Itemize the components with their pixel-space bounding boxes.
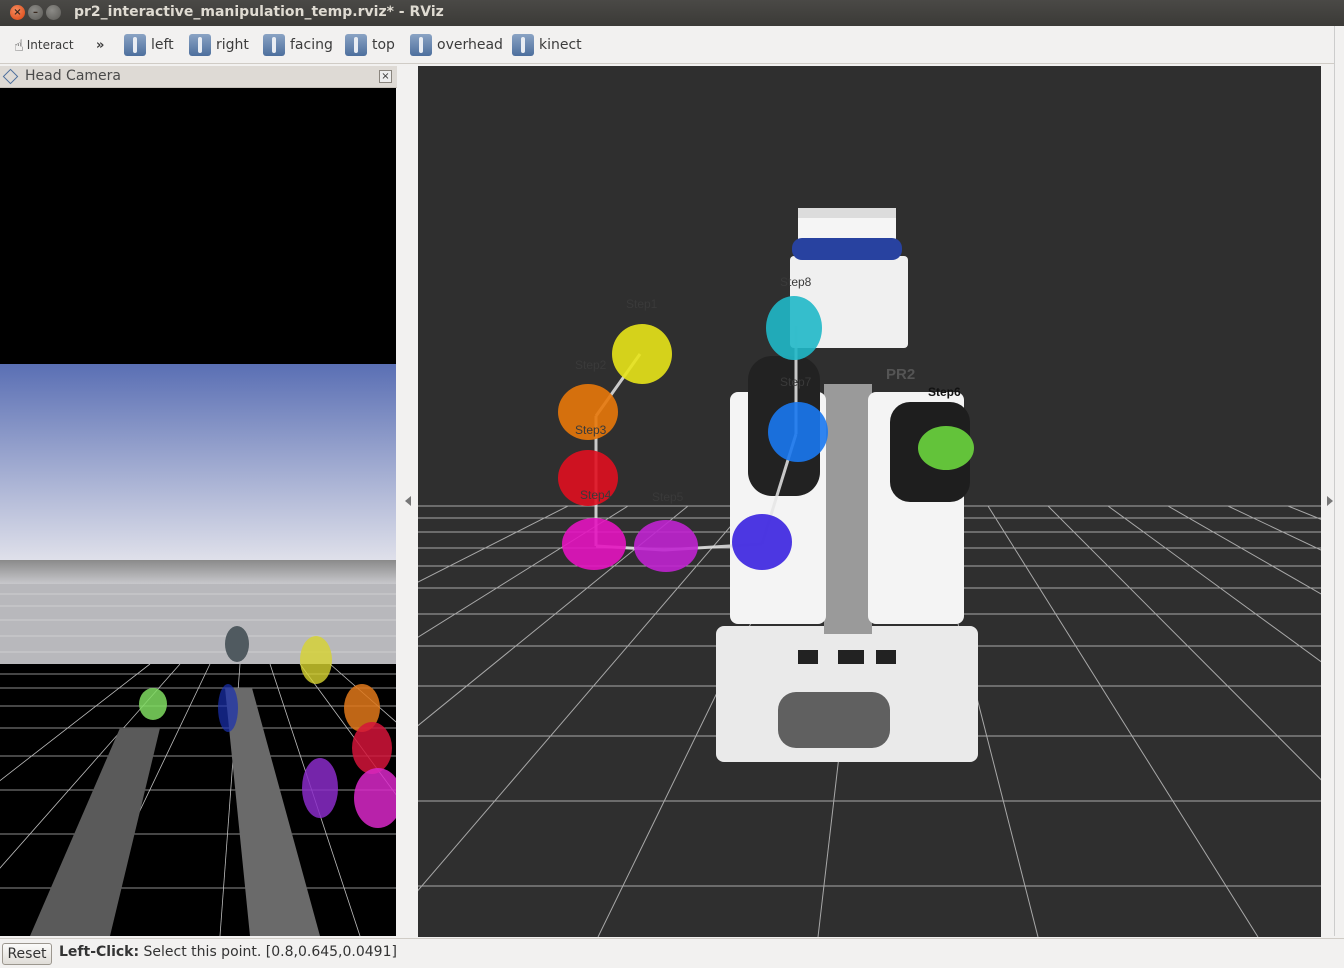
step5-label: Step5	[652, 490, 684, 504]
gripper-marker[interactable]	[918, 426, 974, 470]
robot-view-icon	[189, 34, 211, 56]
step4-marker[interactable]	[562, 518, 626, 570]
3d-render-view[interactable]: PR2 Step1 Step2 Step3 Step4 Step5 Step8 …	[418, 66, 1321, 937]
window-title: pr2_interactive_manipulation_temp.rviz* …	[74, 4, 444, 20]
robot-view-icon	[263, 34, 285, 56]
splitter-right-arrow[interactable]	[1327, 496, 1333, 506]
camera-step7-marker	[218, 684, 238, 732]
maximize-icon	[46, 5, 61, 20]
status-action: Left-Click:	[59, 944, 140, 960]
robot-base-slot-center	[838, 650, 864, 664]
head-camera-image[interactable]	[0, 88, 396, 936]
toolbar: ☝ Interact » left right facing top overh…	[0, 26, 1344, 64]
view-right-button[interactable]: right	[189, 32, 249, 58]
window-close-button[interactable]: ×	[10, 5, 25, 20]
view-right-label: right	[216, 37, 249, 53]
robot-base-slot-right	[876, 650, 896, 664]
robot-head-cameras	[792, 238, 902, 260]
interact-tool-label: Interact	[26, 38, 74, 52]
panel-diamond-icon	[2, 68, 19, 85]
interact-tool-button[interactable]: ☝ Interact	[14, 32, 74, 58]
camera-step5-marker	[302, 758, 338, 818]
3d-scene: PR2 Step1 Step2 Step3 Step4 Step5 Step8 …	[418, 208, 1321, 937]
panel-close-button[interactable]: ×	[379, 70, 392, 83]
step4-label: Step4	[580, 488, 612, 502]
camera-scene	[0, 88, 396, 936]
status-text: Left-Click: Select this point. [0.8,0.64…	[59, 944, 397, 960]
robot-view-icon	[345, 34, 367, 56]
window-minimize-button[interactable]: –	[28, 5, 43, 20]
panel-title: Head Camera	[25, 68, 121, 84]
head-camera-panel: Head Camera ×	[0, 66, 397, 936]
step8-marker[interactable]	[766, 296, 822, 360]
view-left-button[interactable]: left	[124, 32, 174, 58]
view-overhead-label: overhead	[437, 37, 503, 53]
status-description: Select this point. [0.8,0.645,0.0491]	[143, 944, 397, 960]
camera-step1-marker	[300, 636, 332, 684]
step2-label: Step2	[575, 358, 607, 372]
view-facing-label: facing	[290, 37, 333, 53]
view-top-button[interactable]: top	[345, 32, 395, 58]
splitter-left-arrow[interactable]	[405, 496, 411, 506]
view-facing-button[interactable]: facing	[263, 32, 333, 58]
robot-view-icon	[410, 34, 432, 56]
step6-marker[interactable]	[732, 514, 792, 570]
view-top-label: top	[372, 37, 395, 53]
step7-label: Step7	[780, 375, 812, 389]
step7-marker[interactable]	[768, 402, 828, 462]
robot-head-tilt-laser	[798, 208, 896, 218]
step8-label: Step8	[780, 275, 812, 289]
robot-view-icon	[124, 34, 146, 56]
toolbar-more-button[interactable]: »	[96, 32, 104, 58]
view-kinect-label: kinect	[539, 37, 582, 53]
close-icon: ×	[13, 7, 22, 18]
camera-step3-marker	[352, 722, 392, 774]
step1-label: Step1	[626, 297, 658, 311]
camera-step8-marker	[139, 688, 167, 720]
camera-horizon	[0, 560, 396, 584]
step6-label: Step6	[928, 385, 961, 399]
view-overhead-button[interactable]: overhead	[410, 32, 503, 58]
view-kinect-button[interactable]: kinect	[512, 32, 582, 58]
step1-marker[interactable]	[612, 324, 672, 384]
kinect-view-icon	[512, 34, 534, 56]
camera-sky	[0, 364, 396, 560]
robot-pr2-label: PR2	[886, 366, 915, 383]
step3-label: Step3	[575, 423, 607, 437]
minimize-icon: –	[33, 7, 38, 18]
window-titlebar: × – pr2_interactive_manipulation_temp.rv…	[0, 0, 1344, 26]
view-left-label: left	[151, 37, 174, 53]
robot-base-vent	[778, 692, 890, 748]
status-bar: Reset Left-Click: Select this point. [0.…	[0, 938, 1344, 968]
panel-header[interactable]: Head Camera ×	[0, 66, 397, 88]
reset-button[interactable]: Reset	[2, 943, 52, 965]
robot-base-slot-left	[798, 650, 818, 664]
hand-pointer-icon: ☝	[14, 35, 24, 55]
camera-step6-marker	[225, 626, 249, 662]
right-dock-edge	[1334, 26, 1344, 936]
window-maximize-button[interactable]	[46, 5, 61, 20]
step5-marker[interactable]	[634, 520, 698, 572]
robot-torso	[824, 384, 872, 634]
camera-black-area	[0, 88, 396, 364]
